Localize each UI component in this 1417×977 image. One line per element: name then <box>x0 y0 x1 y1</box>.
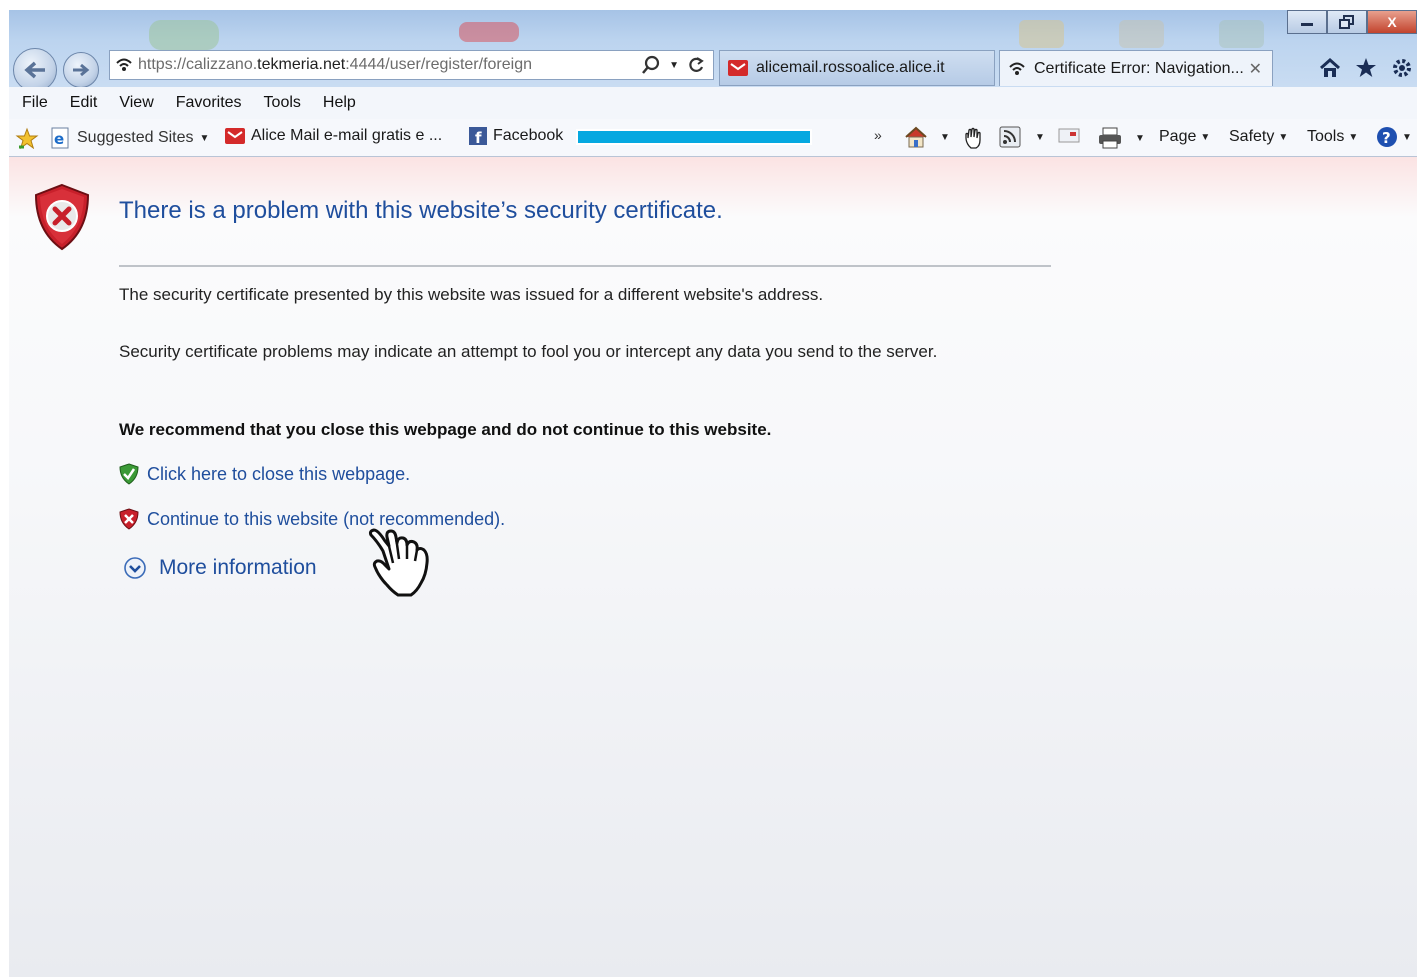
divider <box>119 265 1051 267</box>
refresh-icon[interactable] <box>687 56 705 74</box>
tab-label: Certificate Error: Navigation... <box>1034 59 1244 77</box>
home-command-button[interactable]: ▼ <box>904 126 950 148</box>
page-menu-label: Page <box>1159 128 1197 145</box>
printer-icon <box>1099 127 1121 149</box>
print-command-button[interactable]: ▼ <box>1097 126 1145 150</box>
menu-view[interactable]: View <box>119 94 153 112</box>
error-warning-text: Security certificate problems may indica… <box>119 342 938 361</box>
restore-button[interactable] <box>1327 10 1367 34</box>
favorites-bar: e Suggested Sites ▼ Alice Mail e-mail gr… <box>9 119 1417 157</box>
arrow-right-icon <box>73 63 90 77</box>
menu-favorites[interactable]: Favorites <box>176 94 242 112</box>
favorites-star-icon <box>15 127 39 149</box>
hand-icon <box>965 127 981 149</box>
ie-page-icon: e <box>51 127 69 149</box>
favorites-overflow-icon[interactable]: » <box>874 127 882 143</box>
tab-label: alicemail.rossoalice.alice.it <box>756 59 945 76</box>
favorite-alice-mail[interactable]: Alice Mail e-mail gratis e ... <box>225 127 442 145</box>
close-window-button[interactable]: X <box>1367 10 1417 34</box>
safety-menu-label: Safety <box>1229 128 1275 145</box>
favorites-highlight-bar <box>576 129 812 145</box>
chevron-down-icon: ▼ <box>1348 131 1359 143</box>
read-mail-command-button[interactable] <box>1058 126 1080 144</box>
search-icon[interactable] <box>641 55 661 75</box>
site-icon <box>110 57 138 73</box>
close-webpage-label: Click here to close this webpage. <box>147 463 411 484</box>
chevron-down-icon: ▼ <box>1278 131 1289 143</box>
title-bar: X https://calizzano.tekmeria.net:4444/us… <box>9 10 1417 92</box>
menu-file[interactable]: File <box>22 94 48 112</box>
tab-alicemail[interactable]: alicemail.rossoalice.alice.it <box>719 50 995 86</box>
hand-command-button[interactable] <box>962 126 986 150</box>
menu-tools[interactable]: Tools <box>264 94 301 112</box>
safety-menu-button[interactable]: Safety ▼ <box>1229 128 1288 146</box>
recommendation-text: We recommend that you close this webpage… <box>119 420 772 439</box>
arrow-left-icon <box>24 61 45 79</box>
envelope-icon <box>1058 128 1080 143</box>
svg-text:e: e <box>54 130 64 148</box>
favorite-label: Suggested Sites <box>77 129 194 146</box>
facebook-icon: f <box>469 127 487 145</box>
star-icon[interactable] <box>1355 57 1377 79</box>
page-menu-button[interactable]: Page ▼ <box>1159 128 1210 146</box>
favorite-label: Alice Mail e-mail gratis e ... <box>251 127 443 144</box>
menu-help[interactable]: Help <box>323 94 356 112</box>
chevron-down-icon: ▼ <box>1035 131 1045 143</box>
minimize-button[interactable] <box>1287 10 1327 34</box>
svg-text:?: ? <box>1382 129 1391 147</box>
error-shield-icon <box>33 183 91 256</box>
chevron-down-icon: ▼ <box>1200 131 1211 143</box>
mail-icon <box>728 59 748 77</box>
address-bar[interactable]: https://calizzano.tekmeria.net:4444/user… <box>109 50 714 80</box>
chevron-down-icon: ▼ <box>199 132 210 144</box>
menu-bar: File Edit View Favorites Tools Help <box>9 87 1417 119</box>
url-text[interactable]: https://calizzano.tekmeria.net:4444/user… <box>138 56 641 74</box>
gear-icon[interactable] <box>1391 57 1413 79</box>
favorite-label: Facebook <box>493 127 564 144</box>
hand-pointer-cursor-icon <box>365 519 445 604</box>
more-information-toggle[interactable]: More information <box>123 556 317 580</box>
restore-icon <box>1339 15 1354 29</box>
favorites-add-button[interactable] <box>15 127 39 149</box>
continue-to-website-link[interactable]: Continue to this website (not recommende… <box>119 508 505 530</box>
chevron-down-icon: ▼ <box>1402 131 1412 143</box>
page-title: There is a problem with this website’s s… <box>119 197 723 224</box>
more-information-label: More information <box>159 556 317 579</box>
certificate-error-page: There is a problem with this website’s s… <box>9 157 1417 977</box>
window-controls: X <box>1287 10 1417 34</box>
mail-icon <box>225 128 245 144</box>
minimize-icon <box>1301 23 1313 26</box>
red-shield-icon <box>119 508 139 530</box>
menu-edit[interactable]: Edit <box>70 94 98 112</box>
continue-to-website-label: Continue to this website (not recommende… <box>147 508 506 529</box>
forward-button[interactable] <box>63 52 99 88</box>
favorite-facebook[interactable]: f Facebook <box>469 127 563 145</box>
help-icon: ? <box>1377 127 1397 147</box>
chevron-down-icon: ▼ <box>1135 132 1145 144</box>
help-menu-button[interactable]: ? ▼ <box>1376 126 1412 148</box>
favorite-suggested-sites[interactable]: e Suggested Sites ▼ <box>49 127 209 149</box>
expand-circle-icon <box>124 557 146 579</box>
browser-window: X https://calizzano.tekmeria.net:4444/us… <box>9 10 1417 977</box>
svg-text:f: f <box>475 129 482 145</box>
tab-certificate-error[interactable]: Certificate Error: Navigation... ✕ <box>999 50 1273 86</box>
back-button[interactable] <box>13 48 57 92</box>
feeds-command-button[interactable]: ▼ <box>999 126 1045 148</box>
close-icon: X <box>1387 14 1397 30</box>
home-icon <box>905 126 927 148</box>
error-description: The security certificate presented by th… <box>119 285 824 304</box>
chevron-down-icon: ▼ <box>940 131 950 143</box>
rss-icon <box>999 126 1021 148</box>
close-webpage-link[interactable]: Click here to close this webpage. <box>119 463 410 485</box>
chevron-down-icon[interactable]: ▼ <box>669 60 679 71</box>
tools-menu-button[interactable]: Tools ▼ <box>1307 128 1358 146</box>
tools-menu-label: Tools <box>1307 128 1345 145</box>
site-icon <box>1008 61 1026 77</box>
close-tab-icon[interactable]: ✕ <box>1249 59 1262 79</box>
green-shield-icon <box>119 463 139 485</box>
home-icon[interactable] <box>1319 58 1341 78</box>
